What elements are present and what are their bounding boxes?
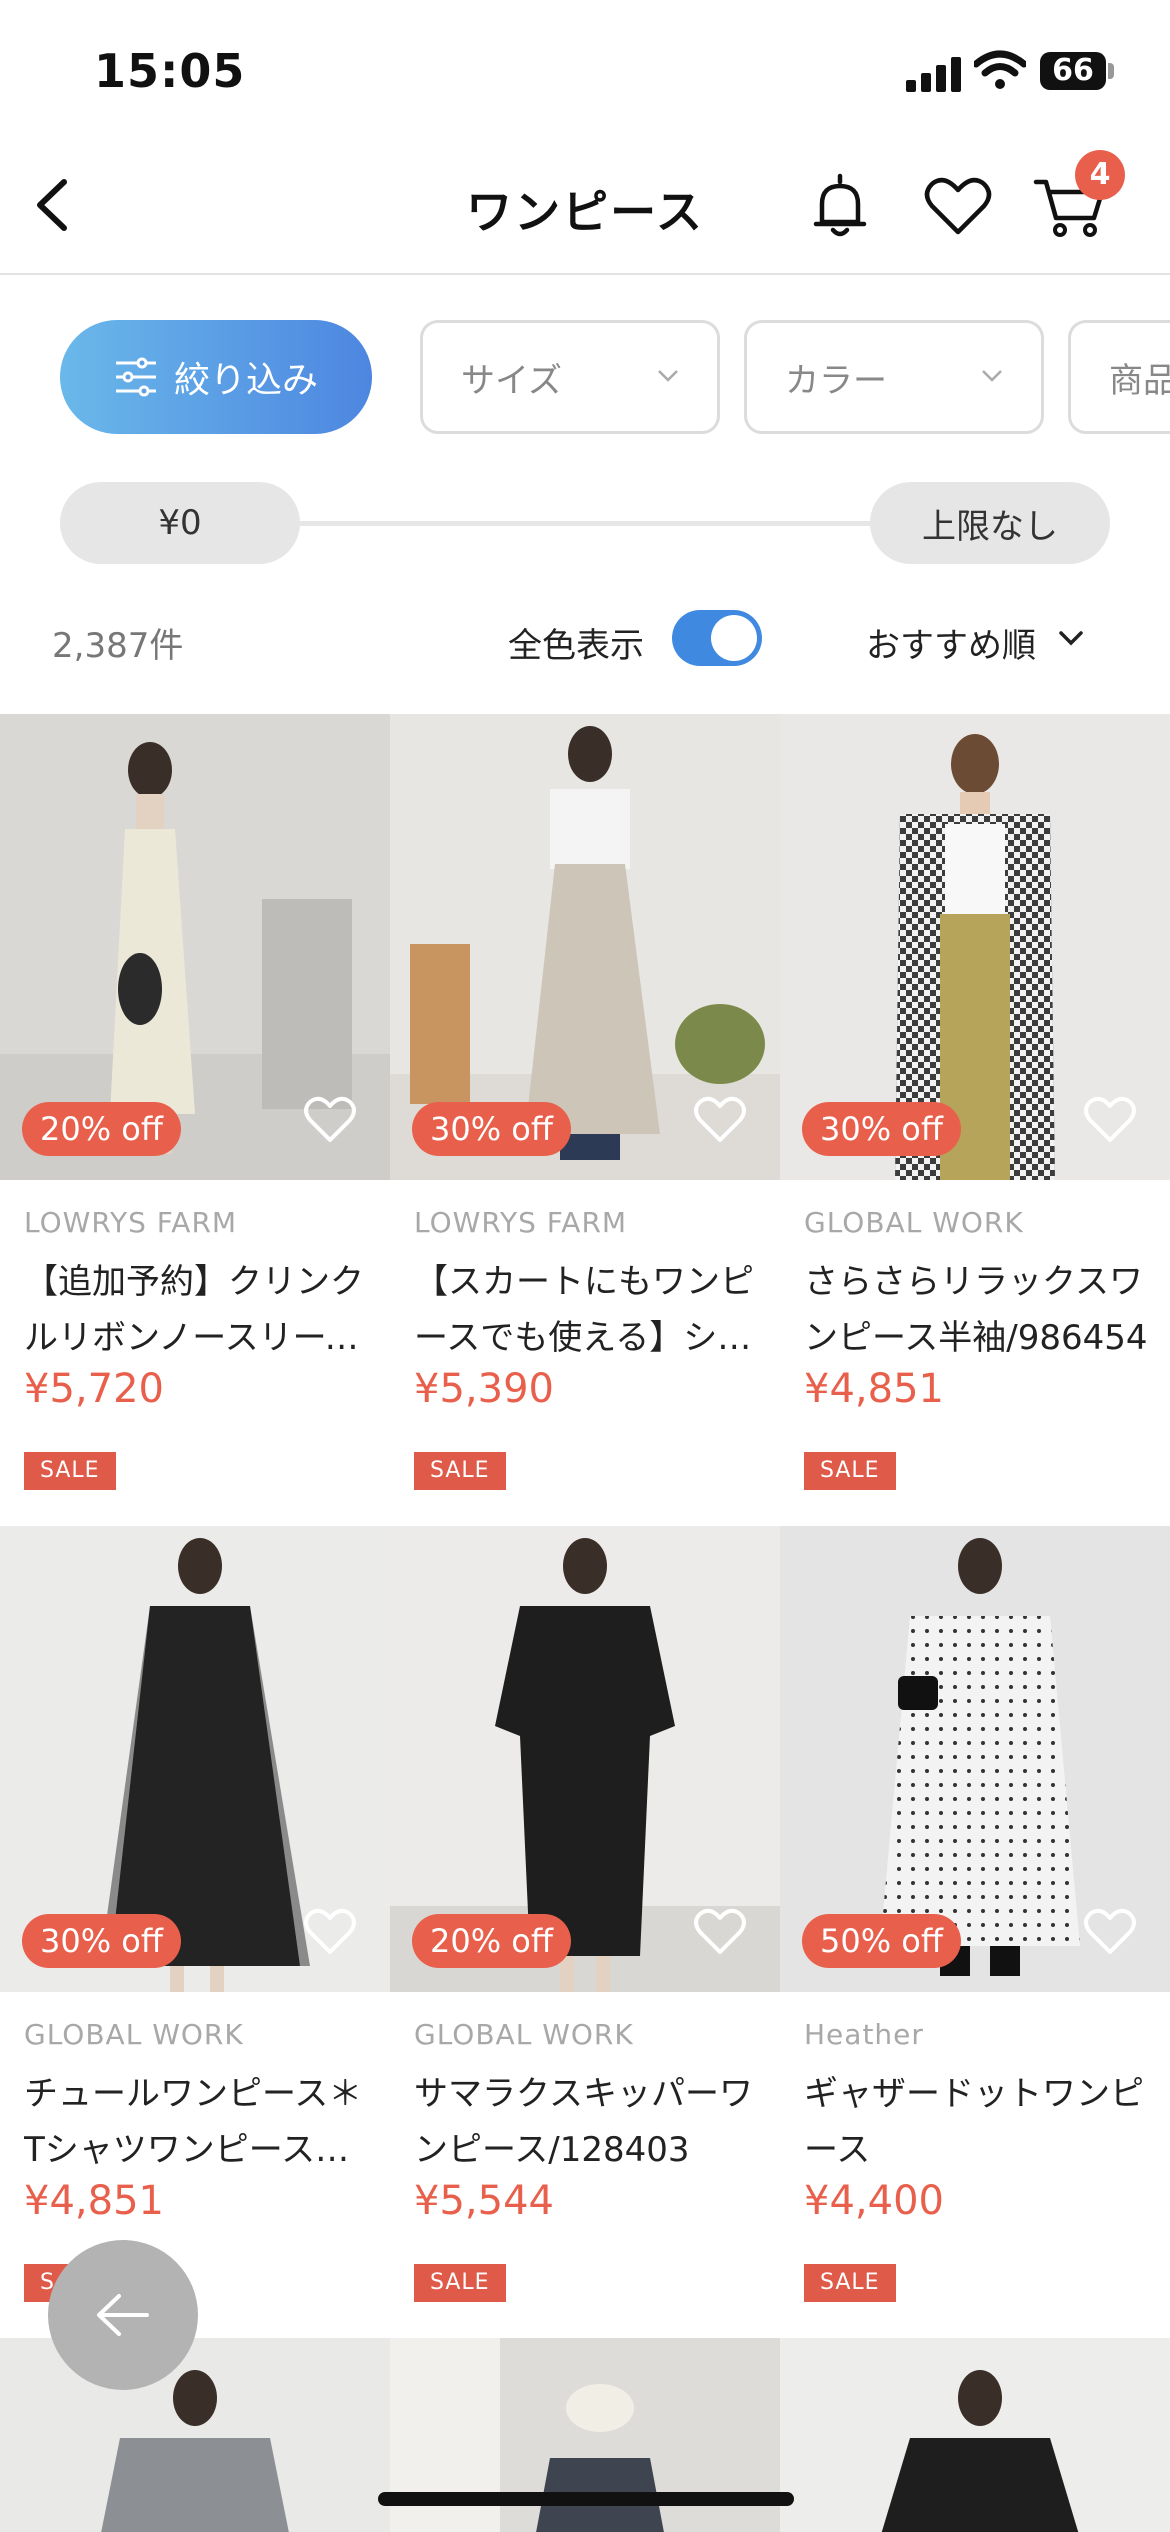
discount-badge: 20% off bbox=[22, 1102, 181, 1156]
favorite-heart-icon[interactable] bbox=[1080, 1090, 1140, 1150]
product-brand: GLOBAL WORK bbox=[24, 2018, 244, 2051]
favorite-heart-icon[interactable] bbox=[300, 1090, 360, 1150]
chevron-down-icon bbox=[982, 370, 1002, 382]
all-colors-label: 全色表示 bbox=[508, 626, 644, 666]
price-max-handle[interactable]: 上限なし bbox=[870, 482, 1110, 564]
sale-badge: SALE bbox=[804, 1452, 896, 1490]
product-name[interactable]: ギャザードットワンピース bbox=[804, 2066, 1154, 2178]
cart-count-badge: 4 bbox=[1075, 150, 1125, 200]
product-brand: GLOBAL WORK bbox=[414, 2018, 634, 2051]
sale-badge: SALE bbox=[414, 2264, 506, 2302]
product-card[interactable]: 20% off GLOBAL WORK サマラクスキッパーワンピース/12840… bbox=[390, 1526, 780, 2336]
product-image[interactable] bbox=[0, 2338, 390, 2532]
size-filter-dropdown[interactable]: サイズ bbox=[420, 320, 720, 434]
product-list-screen: 15:05 66 ワンピース 4 絞り込み サイズ カラー 商品 ¥0 上限なし… bbox=[0, 0, 1170, 2532]
discount-badge: 30% off bbox=[22, 1914, 181, 1968]
battery-icon: 66 bbox=[1040, 52, 1106, 90]
product-brand: GLOBAL WORK bbox=[804, 1206, 1024, 1239]
page-title: ワンピース bbox=[466, 185, 704, 239]
home-indicator[interactable] bbox=[378, 2492, 794, 2506]
sliders-icon bbox=[115, 357, 156, 397]
battery-cap bbox=[1108, 63, 1114, 79]
price-range-slider[interactable]: ¥0 上限なし bbox=[60, 482, 1110, 564]
product-image[interactable] bbox=[780, 2338, 1170, 2532]
product-name[interactable]: サマラクスキッパーワンピース/128403 bbox=[414, 2066, 764, 2178]
size-filter-label: サイズ bbox=[461, 360, 562, 401]
product-card[interactable]: 30% off GLOBAL WORK チュールワンピース＊TシャツワンピースS… bbox=[0, 1526, 390, 2336]
chevron-down-icon[interactable] bbox=[1058, 630, 1084, 646]
discount-badge: 30% off bbox=[412, 1102, 571, 1156]
product-filter-dropdown[interactable]: 商品 bbox=[1068, 320, 1170, 434]
refine-label: 絞り込み bbox=[173, 360, 318, 401]
favorites-heart-icon[interactable] bbox=[918, 166, 998, 246]
sale-badge: SALE bbox=[804, 2264, 896, 2302]
price-slider-track[interactable] bbox=[260, 521, 960, 526]
discount-badge: 50% off bbox=[802, 1914, 961, 1968]
sale-badge: SALE bbox=[414, 1452, 506, 1490]
sort-dropdown[interactable]: おすすめ順 bbox=[866, 618, 1036, 667]
product-card[interactable]: 20% off LOWRYS FARM 【追加予約】クリンクルリボンノースリーブ… bbox=[0, 714, 390, 1524]
product-brand: LOWRYS FARM bbox=[414, 1206, 628, 1239]
refine-button[interactable]: 絞り込み bbox=[60, 320, 372, 434]
product-price: ¥5,544 bbox=[414, 2178, 554, 2224]
sale-badge: SALE bbox=[24, 1452, 116, 1490]
product-brand: LOWRYS FARM bbox=[24, 1206, 238, 1239]
arrow-left-icon bbox=[97, 2294, 149, 2336]
product-card[interactable]: 50% off Heather ギャザードットワンピース ¥4,400 SALE bbox=[780, 1526, 1170, 2336]
product-price: ¥4,851 bbox=[804, 1366, 944, 1412]
product-card[interactable]: 30% off LOWRYS FARM 【スカートにもワンピースでも使える】シャ… bbox=[390, 714, 780, 1524]
results-toolbar: 2,387件 全色表示 おすすめ順 bbox=[0, 600, 1170, 680]
discount-badge: 20% off bbox=[412, 1914, 571, 1968]
wifi-icon bbox=[974, 50, 1026, 89]
filter-bar: 絞り込み サイズ カラー 商品 bbox=[0, 320, 1170, 435]
favorite-heart-icon[interactable] bbox=[1080, 1902, 1140, 1962]
status-bar: 15:05 66 bbox=[0, 0, 1170, 140]
product-name[interactable]: チュールワンピース＊TシャツワンピースSET bbox=[24, 2066, 374, 2178]
product-card[interactable]: 30% off GLOBAL WORK さらさらリラックスワンピース半袖/986… bbox=[780, 714, 1170, 1524]
navigation-bar: ワンピース bbox=[0, 140, 1170, 275]
product-brand: Heather bbox=[804, 2018, 924, 2051]
product-price: ¥5,390 bbox=[414, 1366, 554, 1412]
floating-back-button[interactable] bbox=[48, 2240, 198, 2390]
status-time: 15:05 bbox=[94, 44, 246, 98]
product-price: ¥5,720 bbox=[24, 1366, 164, 1412]
chevron-down-icon bbox=[658, 370, 678, 382]
product-filter-label: 商品 bbox=[1109, 360, 1170, 401]
signal-icon bbox=[906, 56, 962, 92]
favorite-heart-icon[interactable] bbox=[300, 1902, 360, 1962]
all-colors-toggle[interactable] bbox=[672, 610, 762, 666]
product-price: ¥4,851 bbox=[24, 2178, 164, 2224]
favorite-heart-icon[interactable] bbox=[690, 1902, 750, 1962]
bell-icon[interactable] bbox=[800, 166, 880, 246]
price-min-handle[interactable]: ¥0 bbox=[60, 482, 300, 564]
back-arrow-icon[interactable] bbox=[20, 170, 90, 240]
product-name[interactable]: さらさらリラックスワンピース半袖/986454 bbox=[804, 1254, 1154, 1366]
color-filter-dropdown[interactable]: カラー bbox=[744, 320, 1044, 434]
product-name[interactable]: 【追加予約】クリンクルリボンノースリーブワンピース bbox=[24, 1254, 374, 1366]
result-count: 2,387件 bbox=[52, 626, 184, 666]
discount-badge: 30% off bbox=[802, 1102, 961, 1156]
toggle-knob bbox=[711, 615, 757, 661]
favorite-heart-icon[interactable] bbox=[690, 1090, 750, 1150]
product-price: ¥4,400 bbox=[804, 2178, 944, 2224]
color-filter-label: カラー bbox=[785, 360, 887, 401]
product-name[interactable]: 【スカートにもワンピースでも使える】シャーリングワンピース bbox=[414, 1254, 764, 1366]
